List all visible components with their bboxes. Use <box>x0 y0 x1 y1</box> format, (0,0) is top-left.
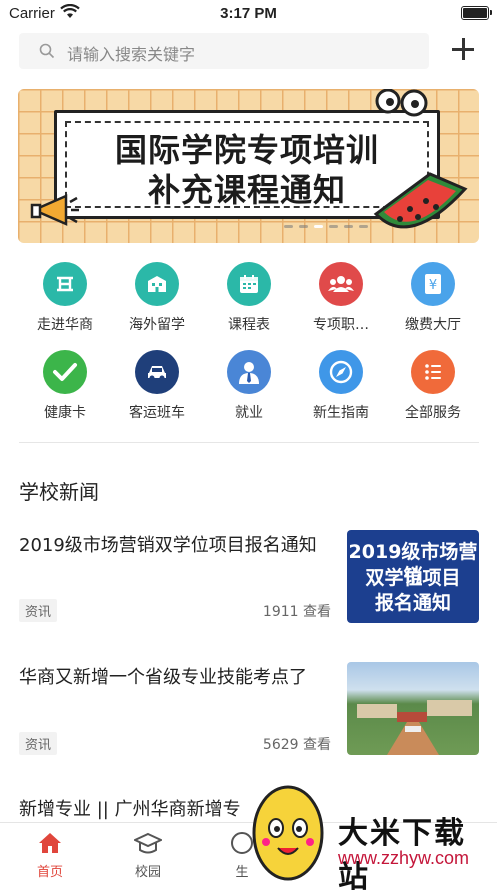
service-label: 走进华商 <box>37 317 93 333</box>
service-item[interactable]: 海外留学 <box>111 262 203 334</box>
cartoon-eyes-icon <box>375 89 428 117</box>
service-label: 缴费大厅 <box>405 317 461 333</box>
person-tie-icon <box>227 350 271 394</box>
service-label: 全部服务 <box>405 405 461 421</box>
news-views: 1911 查看 <box>262 604 331 620</box>
watermark: 大米下载站 www.zzhyw.com <box>246 770 497 895</box>
thumb-line: 报名通知 <box>374 592 451 614</box>
service-item[interactable]: 健康卡 <box>19 350 111 422</box>
clock-label: 3:17 PM <box>220 5 277 22</box>
yen-card-icon: ¥ <box>411 262 455 306</box>
status-bar: Carrier 3:17 PM <box>0 0 497 26</box>
rice-mascot-icon <box>252 785 324 881</box>
service-item[interactable]: 专项职… <box>295 262 387 334</box>
page-dot[interactable] <box>299 225 308 228</box>
service-label: 专项职… <box>313 317 369 333</box>
compass-icon <box>319 350 363 394</box>
check-icon <box>43 350 87 394</box>
service-item[interactable]: 走进华商 <box>19 262 111 334</box>
add-icon[interactable] <box>448 34 478 66</box>
news-tag: 资讯 <box>19 599 58 622</box>
page-dot[interactable] <box>359 225 368 228</box>
people-icon <box>319 262 363 306</box>
page-dot[interactable] <box>284 225 293 228</box>
service-item[interactable]: ¥ 缴费大厅 <box>387 262 479 334</box>
service-item[interactable]: 就业 <box>203 350 295 422</box>
news-item[interactable]: 华商又新增一个省级专业技能考点了 资讯 5629 查看 <box>19 662 479 765</box>
watermelon-icon <box>373 172 468 229</box>
building-icon <box>135 262 179 306</box>
school-logo-icon <box>43 262 87 306</box>
news-thumbnail: 2019级市场营销 双学位项目 报名通知 <box>347 530 479 623</box>
calendar-icon <box>227 262 271 306</box>
news-tag: 资讯 <box>19 732 58 755</box>
section-divider <box>19 442 479 443</box>
news-views: 5629 查看 <box>262 737 331 753</box>
page-dot[interactable] <box>329 225 338 228</box>
banner-page-indicator[interactable] <box>284 225 368 228</box>
watermark-url: www.zzhyw.com <box>338 848 470 868</box>
tab-home[interactable]: 首页 <box>20 829 80 880</box>
news-thumbnail <box>347 662 479 755</box>
news-section-title: 学校新闻 <box>19 480 99 504</box>
home-icon <box>20 829 80 857</box>
news-title: 华商又新增一个省级专业技能考点了 <box>19 667 307 688</box>
page-dot[interactable] <box>344 225 353 228</box>
service-label: 海外留学 <box>129 317 185 333</box>
news-item[interactable]: 2019级市场营销双学位项目报名通知 资讯 1911 查看 2019级市场营销 … <box>19 530 479 633</box>
search-placeholder: 请输入搜索关键字 <box>67 45 196 64</box>
tab-campus[interactable]: 校园 <box>118 829 178 880</box>
service-item[interactable]: 新生指南 <box>295 350 387 422</box>
service-label: 课程表 <box>228 317 270 333</box>
service-label: 健康卡 <box>44 405 86 421</box>
search-icon <box>39 43 55 63</box>
service-label: 客运班车 <box>129 405 185 421</box>
graduation-cap-icon <box>118 829 178 857</box>
list-icon <box>411 350 455 394</box>
tab-label: 首页 <box>36 865 63 880</box>
news-title: 2019级市场营销双学位项目报名通知 <box>19 535 317 556</box>
thumb-line: 双学位项目 <box>365 567 461 589</box>
tab-label: 校园 <box>134 865 161 880</box>
search-bar[interactable]: 请输入搜索关键字 <box>19 33 429 69</box>
promo-banner[interactable]: 国际学院专项培训 补充课程通知 <box>18 89 479 243</box>
service-item[interactable]: 课程表 <box>203 262 295 334</box>
bus-icon <box>135 350 179 394</box>
service-item[interactable]: 客运班车 <box>111 350 203 422</box>
service-item[interactable]: 全部服务 <box>387 350 479 422</box>
svg-text:¥: ¥ <box>429 278 437 293</box>
megaphone-icon <box>30 194 79 226</box>
battery-icon <box>461 6 492 20</box>
service-label: 新生指南 <box>313 405 369 421</box>
service-label: 就业 <box>235 405 263 421</box>
page-dot[interactable] <box>314 225 323 228</box>
